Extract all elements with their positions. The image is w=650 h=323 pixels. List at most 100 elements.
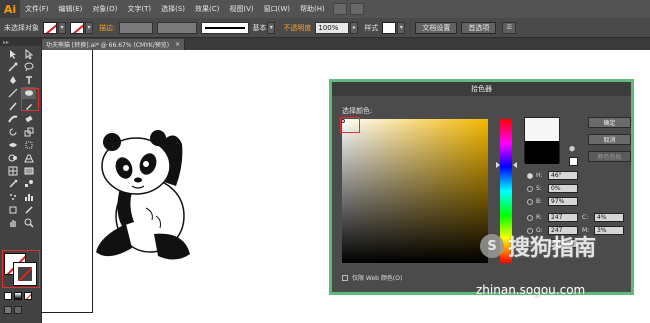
hand-tool-icon[interactable]	[5, 217, 20, 229]
panda-artwork[interactable]	[92, 116, 202, 266]
ok-button[interactable]: 确定	[588, 117, 631, 128]
draw-normal-icon[interactable]	[4, 306, 12, 314]
screen-mode-icon[interactable]	[14, 306, 22, 314]
menu-help[interactable]: 帮助(H)	[295, 4, 330, 14]
web-only-label: 仅限 Web 颜色(O)	[352, 275, 403, 282]
cyan-label: C:	[582, 214, 589, 221]
hue-slider-left-arrow-icon[interactable]	[496, 162, 500, 168]
menu-view[interactable]: 视图(V)	[224, 4, 258, 14]
eyedropper-tool-icon[interactable]	[5, 178, 20, 190]
original-color-swatch[interactable]	[525, 141, 559, 164]
selection-tool-icon[interactable]	[5, 48, 20, 60]
document-tab-bar: 功夫熊猫 [转换].ai* @ 66.67% (CMYK/预览) ×	[42, 38, 650, 50]
blend-tool-icon[interactable]	[21, 178, 36, 190]
menu-edit[interactable]: 编辑(E)	[54, 4, 88, 14]
fill-dropdown-icon[interactable]: ▾	[58, 21, 66, 34]
saturation-radio[interactable]	[527, 185, 533, 192]
ellipse-tool-highlight	[21, 88, 39, 111]
free-transform-tool-icon[interactable]	[21, 139, 36, 151]
saturation-input[interactable]: 0%	[548, 184, 578, 193]
hue-radio[interactable]	[527, 172, 533, 179]
paintbrush-tool-icon[interactable]	[5, 100, 20, 112]
graphic-style-swatch[interactable]	[382, 21, 397, 34]
gradient-tool-icon[interactable]	[21, 165, 36, 177]
gradient-mode-icon[interactable]	[14, 292, 22, 300]
brightness-label: B:	[536, 198, 543, 205]
cancel-button[interactable]: 取消	[588, 134, 631, 145]
stroke-label[interactable]: 描边:	[99, 23, 115, 33]
scale-tool-icon[interactable]	[21, 126, 36, 138]
brush-dropdown-icon[interactable]: ▾	[267, 21, 276, 34]
magenta-input[interactable]: 3%	[594, 226, 624, 235]
slice-tool-icon[interactable]	[21, 204, 36, 216]
control-bar: 未选择对象 ▾ ▾ 描边: 基本 ▾ 不透明度 100% ▸ 样式 ▾ 文档设置…	[0, 18, 650, 38]
hue-slider-right-arrow-icon[interactable]	[513, 162, 517, 168]
menu-object[interactable]: 对象(O)	[87, 4, 122, 14]
menu-window[interactable]: 窗口(W)	[259, 4, 295, 14]
blob-brush-tool-icon[interactable]	[5, 113, 20, 125]
line-segment-tool-icon[interactable]	[5, 87, 20, 99]
direct-selection-tool-icon[interactable]	[21, 48, 36, 60]
color-mode-buttons	[4, 292, 32, 300]
opacity-label[interactable]: 不透明度	[283, 23, 311, 33]
column-graph-tool-icon[interactable]	[21, 191, 36, 203]
pen-tool-icon[interactable]	[5, 74, 20, 86]
lasso-tool-icon[interactable]	[21, 61, 36, 73]
document-setup-button[interactable]: 文档设置	[415, 21, 458, 34]
select-color-label: 选择颜色:	[342, 107, 373, 115]
artboard-tool-icon[interactable]	[5, 204, 20, 216]
color-mode-icon[interactable]	[4, 292, 12, 300]
web-safe-swatch[interactable]	[569, 157, 578, 166]
selection-status: 未选择对象	[4, 23, 39, 32]
shape-builder-tool-icon[interactable]	[5, 152, 20, 164]
opacity-dropdown-icon[interactable]: ▸	[350, 21, 359, 34]
menu-type[interactable]: 文字(T)	[122, 4, 156, 14]
color-picker-dialog: 拾色器 选择颜色: ⬢ 确定 取消 颜色色板 H: 46° S: 0% B: 9…	[329, 79, 634, 295]
mesh-tool-icon[interactable]	[5, 165, 20, 177]
bridge-button[interactable]	[332, 3, 347, 15]
red-label: R:	[536, 214, 543, 221]
style-dropdown-icon[interactable]: ▾	[397, 21, 406, 34]
red-radio[interactable]	[527, 214, 533, 221]
preferences-button[interactable]: 首选项	[461, 21, 497, 34]
none-mode-icon[interactable]	[24, 292, 32, 300]
menu-select[interactable]: 选择(S)	[156, 4, 190, 14]
stroke-weight-field[interactable]	[119, 21, 154, 34]
menu-file[interactable]: 文件(F)	[20, 4, 54, 14]
perspective-grid-tool-icon[interactable]	[21, 152, 36, 164]
hue-input[interactable]: 46°	[548, 171, 578, 180]
web-only-checkbox[interactable]	[342, 274, 348, 281]
color-swatches-button[interactable]: 颜色色板	[588, 151, 631, 162]
marker-highlight	[340, 117, 360, 133]
fill-swatch[interactable]	[43, 21, 57, 34]
type-tool-icon[interactable]	[21, 74, 36, 86]
close-icon[interactable]: ×	[175, 41, 180, 48]
width-tool-icon[interactable]	[5, 139, 20, 151]
stroke-style-label: 基本	[252, 23, 267, 32]
zoom-tool-icon[interactable]	[21, 217, 36, 229]
stroke-dropdown-icon[interactable]: ▾	[85, 21, 93, 34]
cyan-input[interactable]: 4%	[594, 213, 624, 222]
color-preview	[524, 117, 560, 164]
eraser-tool-icon[interactable]	[21, 113, 36, 125]
red-row: R: 247	[527, 213, 578, 222]
red-input[interactable]: 247	[548, 213, 578, 222]
menu-effect[interactable]: 效果(C)	[190, 4, 224, 14]
cube-warning-icon[interactable]: ⬢	[569, 145, 575, 153]
brightness-input[interactable]: 97%	[548, 197, 578, 206]
app-logo: Ai	[0, 0, 20, 18]
variable-width-profile[interactable]	[157, 21, 198, 34]
symbol-sprayer-tool-icon[interactable]	[5, 191, 20, 203]
arrange-documents-button[interactable]	[349, 3, 364, 15]
saturation-brightness-field[interactable]	[341, 119, 488, 263]
watermark-url: zhinan.sogou.com	[476, 283, 586, 297]
document-tab[interactable]: 功夫熊猫 [转换].ai* @ 66.67% (CMYK/预览) ×	[42, 39, 186, 50]
brush-definition[interactable]	[201, 21, 250, 34]
stroke-swatch[interactable]	[70, 21, 84, 34]
brightness-radio[interactable]	[527, 198, 533, 205]
rotate-tool-icon[interactable]	[5, 126, 20, 138]
opacity-field[interactable]: 100%	[315, 21, 350, 34]
magic-wand-tool-icon[interactable]	[5, 61, 20, 73]
arrange-icon[interactable]: ☰	[502, 21, 517, 34]
panel-grip-icon[interactable]: ▸▸	[0, 38, 41, 46]
